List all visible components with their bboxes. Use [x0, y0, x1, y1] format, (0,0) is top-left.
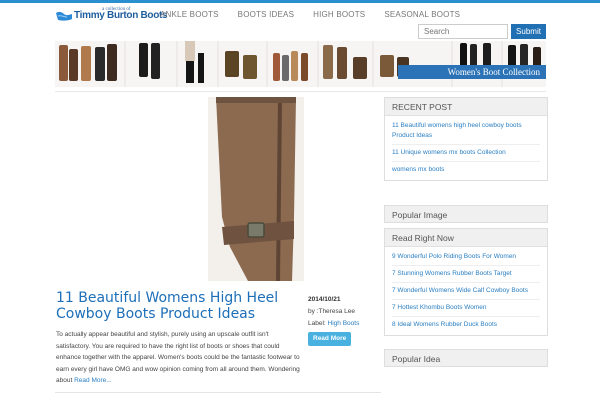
popular-image-widget[interactable]: Popular Image [384, 205, 548, 223]
post-author: by :Theresa Lee [308, 308, 355, 315]
logo-name: Timmy Burton Boots [74, 10, 168, 21]
top-accent-bar [0, 0, 600, 3]
popular-idea-widget[interactable]: Popular Idea [384, 349, 548, 367]
nav-high-boots[interactable]: HIGH BOOTS [313, 10, 365, 19]
read-right-now-widget: Read Right Now 9 Wonderful Polo Riding B… [384, 228, 548, 336]
recent-post-title: RECENT POST [385, 98, 547, 116]
read-right-now-item[interactable]: 7 Wonderful Womens Wide Calf Cowboy Boot… [392, 283, 540, 300]
recent-post-item[interactable]: womens mx boots [392, 162, 540, 178]
boots-collage-image [55, 41, 546, 87]
read-right-now-item[interactable]: 7 Hottest Khombu Boots Women [392, 300, 540, 317]
post-label-row: Label: High Boots [308, 318, 378, 330]
header-banner: Women's Boot Collection [55, 41, 546, 87]
nav-ankle-boots[interactable]: ANKLE BOOTS [160, 10, 219, 19]
recent-post-item[interactable]: 11 Unique womens mx boots Collection [392, 145, 540, 162]
post-label-prefix: Label: [308, 320, 326, 327]
read-right-now-item[interactable]: 7 Stunning Womens Rubber Boots Target [392, 266, 540, 283]
post-meta: 2014/10/21 by :Theresa Lee Label: High B… [308, 294, 378, 346]
search-submit-button[interactable]: Submit [511, 24, 546, 39]
post-divider [55, 392, 381, 393]
post-title-link[interactable]: 11 Beautiful Womens High Heel Cowboy Boo… [56, 290, 301, 322]
read-right-now-title: Read Right Now [385, 229, 547, 247]
recent-post-list: 11 Beautiful womens high heel cowboy boo… [385, 116, 547, 180]
boot-logo-icon [56, 11, 72, 21]
banner-title: Women's Boot Collection [398, 65, 546, 79]
read-right-now-item[interactable]: 9 Wonderful Polo Riding Boots For Women [392, 249, 540, 266]
read-right-now-list: 9 Wonderful Polo Riding Boots For Women … [385, 247, 547, 335]
recent-post-widget: RECENT POST 11 Beautiful womens high hee… [384, 97, 548, 181]
post-excerpt: To actually appear beautiful and stylish… [56, 329, 300, 387]
read-right-now-item[interactable]: 8 Ideal Womens Rubber Duck Boots [392, 317, 540, 333]
post-label-link[interactable]: High Boots [328, 320, 360, 327]
post-featured-image[interactable] [208, 97, 304, 281]
search-input[interactable] [418, 24, 508, 39]
read-more-button[interactable]: Read More [308, 332, 352, 346]
post-date: 2014/10/21 [308, 296, 341, 303]
read-more-link[interactable]: Read More... [74, 377, 112, 384]
nav-seasonal-boots[interactable]: SEASONAL BOOTS [384, 10, 460, 19]
recent-post-item[interactable]: 11 Beautiful womens high heel cowboy boo… [392, 118, 540, 145]
main-nav: ANKLE BOOTS BOOTS IDEAS HIGH BOOTS SEASO… [160, 10, 479, 19]
tall-boot-image [208, 97, 304, 281]
header-divider [55, 91, 546, 92]
nav-boots-ideas[interactable]: BOOTS IDEAS [238, 10, 294, 19]
